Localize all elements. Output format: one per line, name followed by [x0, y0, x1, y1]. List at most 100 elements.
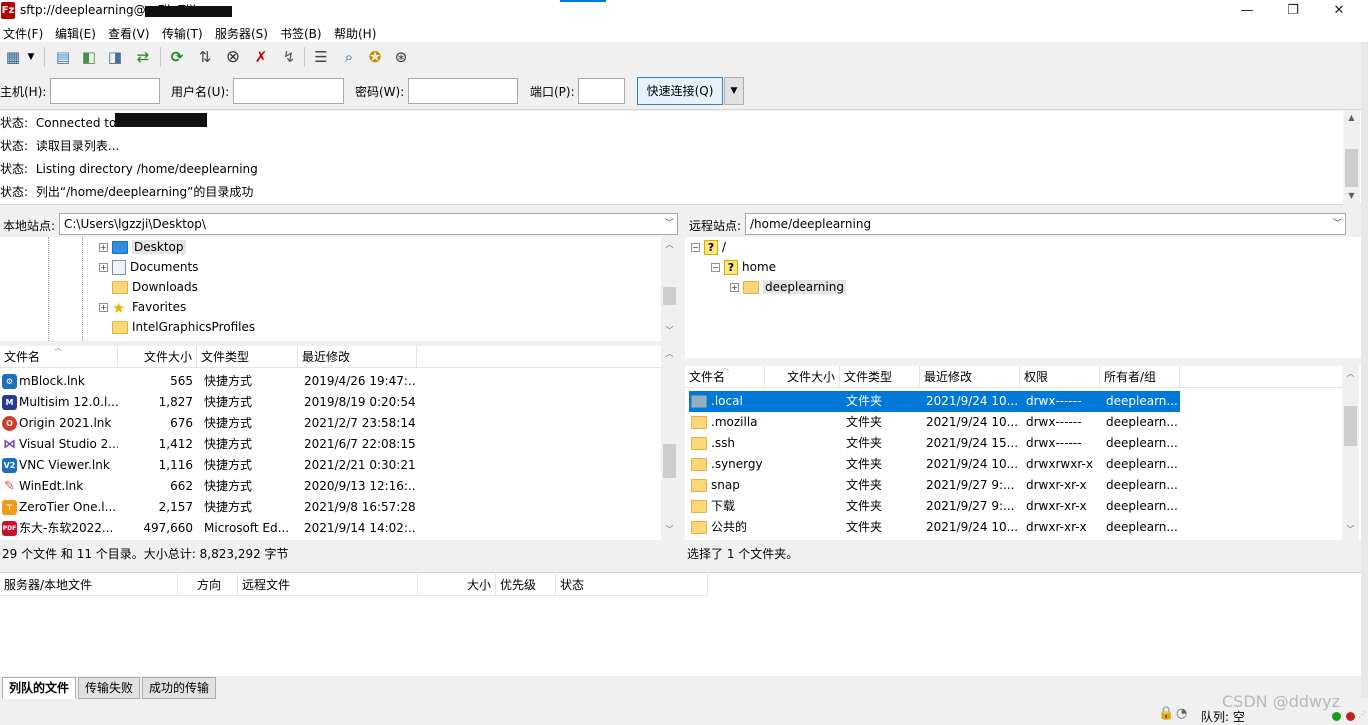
column-header-type[interactable]: 文件类型 [840, 366, 920, 388]
local-path-combo[interactable]: C:\Users\lgzzji\Desktop\ ﹀ [59, 213, 678, 235]
collapse-icon[interactable]: − [711, 263, 720, 272]
table-row[interactable]: ⊤ ZeroTier One.l... 2,157 快捷方式 2021/9/8 1… [0, 497, 661, 518]
table-row[interactable]: .ssh 文件夹 2021/9/24 15... drwx------ deep… [689, 433, 1180, 454]
local-tree-scrollbar[interactable]: ︿ ﹀ [661, 237, 678, 341]
expand-icon[interactable]: + [730, 283, 739, 292]
table-row[interactable]: .synergy 文件夹 2021/9/24 10... drwxrwxr-x … [689, 454, 1180, 475]
toggle-remote-tree-icon[interactable]: ◨ [104, 46, 126, 68]
table-row[interactable]: ⋈ Visual Studio 2... 1,412 快捷方式 2021/6/7 … [0, 434, 661, 455]
tree-item-downloads[interactable]: Downloads [112, 277, 198, 297]
chevron-down-icon[interactable]: ﹀ [1333, 214, 1342, 234]
column-header-modified[interactable]: 最近修改 [298, 346, 417, 368]
resize-grip-icon[interactable]: ⋰ [1358, 710, 1366, 720]
scroll-down-icon[interactable]: ﹀ [661, 325, 678, 336]
menu-server[interactable]: 服务器(S) [215, 25, 268, 42]
expand-icon[interactable]: + [99, 303, 108, 312]
scroll-thumb[interactable] [1344, 406, 1357, 446]
scroll-thumb[interactable] [663, 444, 676, 478]
column-header-size[interactable]: 大小 [418, 574, 496, 596]
speed-limit-icon[interactable]: ◔ [1176, 706, 1187, 721]
toggle-queue-icon[interactable]: ⇄ [132, 46, 154, 68]
close-button[interactable]: ✕ [1316, 0, 1362, 22]
scroll-down-icon[interactable]: ﹀ [1342, 524, 1359, 535]
scroll-thumb[interactable] [1345, 149, 1358, 187]
tree-item-desktop[interactable]: + Desktop [99, 237, 186, 257]
password-input[interactable] [408, 78, 518, 104]
minimize-button[interactable]: — [1224, 0, 1270, 22]
sync-browsing-icon[interactable]: ✪ [364, 46, 386, 68]
local-list-scrollbar[interactable]: ︿ ﹀ [661, 346, 678, 540]
table-row[interactable]: snap 文件夹 2021/9/27 9:... drwxr-xr-x deep… [689, 475, 1180, 496]
directory-filter-icon[interactable]: ☰ [310, 46, 332, 68]
vertical-splitter[interactable] [679, 212, 685, 568]
collapse-icon[interactable]: − [691, 243, 700, 252]
expand-icon[interactable]: + [99, 263, 108, 272]
remote-path-combo[interactable]: /home/deeplearning ﹀ [745, 213, 1346, 235]
column-header-remote-file[interactable]: 远程文件 [238, 574, 418, 596]
maximize-button[interactable]: ❐ [1270, 0, 1316, 22]
toggle-log-icon[interactable]: ▤ [52, 46, 74, 68]
quickconnect-button[interactable]: 快速连接(Q) [637, 77, 723, 105]
reconnect-icon[interactable]: ↯ [278, 46, 300, 68]
table-row[interactable]: .local 文件夹 2021/9/24 10... drwx------ de… [689, 391, 1180, 412]
tab-failed-transfers[interactable]: 传输失败 [78, 677, 141, 699]
menu-edit[interactable]: 编辑(E) [55, 25, 96, 42]
menu-bookmarks[interactable]: 书签(B) [280, 25, 322, 42]
scroll-up-icon[interactable]: ︿ [661, 239, 678, 250]
table-row[interactable]: .mozilla 文件夹 2021/9/24 10... drwx------ … [689, 412, 1180, 433]
table-row[interactable]: ⚙ mBlock.lnk 565 快捷方式 2019/4/26 19:47:... [0, 371, 661, 392]
site-manager-dropdown-icon[interactable]: ▼ [24, 46, 38, 68]
site-manager-icon[interactable]: ▦ [2, 46, 24, 68]
column-header-owner[interactable]: 所有者/组 [1100, 366, 1180, 388]
table-row[interactable]: PDF 东大-东软2022... 497,660 Microsoft Ed... … [0, 518, 661, 539]
disconnect-icon[interactable]: ✗ [250, 46, 272, 68]
table-row[interactable]: M Multisim 12.0.l... 1,827 快捷方式 2019/8/19… [0, 392, 661, 413]
port-input[interactable] [578, 78, 625, 104]
column-header-modified[interactable]: 最近修改 [920, 366, 1020, 388]
cancel-icon[interactable]: ⊗ [222, 46, 244, 68]
tab-queued-files[interactable]: 列队的文件 [2, 677, 77, 699]
tree-item-home[interactable]: −? home [711, 257, 776, 277]
column-header-size[interactable]: 文件大小 [765, 366, 840, 388]
scroll-up-icon[interactable]: ︿ [661, 348, 678, 359]
tree-item-intelgraphicsprofiles[interactable]: IntelGraphicsProfiles [112, 317, 255, 337]
tree-item-documents[interactable]: + Documents [99, 257, 198, 277]
tree-item-favorites[interactable]: + ★ Favorites [99, 297, 186, 317]
scroll-down-icon[interactable]: ▼ [1343, 191, 1360, 200]
chevron-down-icon[interactable]: ﹀ [665, 214, 674, 234]
compare-directories-icon[interactable]: ⌕ [338, 46, 360, 68]
tree-item-deeplearning[interactable]: + deeplearning [730, 277, 846, 297]
log-scrollbar[interactable]: ▲ ▼ [1343, 111, 1360, 205]
username-input[interactable] [233, 78, 344, 104]
table-row[interactable]: V2 VNC Viewer.lnk 1,116 快捷方式 2021/2/21 0:… [0, 455, 661, 476]
expand-icon[interactable]: + [99, 243, 108, 252]
menu-view[interactable]: 查看(V) [108, 25, 150, 42]
quickconnect-history-dropdown[interactable]: ▼ [724, 77, 744, 105]
column-header-direction[interactable]: 方向 [178, 574, 238, 596]
table-row[interactable]: 下载 文件夹 2021/9/27 9:... drwxr-xr-x deeple… [689, 496, 1180, 517]
table-row[interactable]: 公共的 文件夹 2021/9/24 10... drwxr-xr-x deepl… [689, 517, 1180, 538]
tab-successful-transfers[interactable]: 成功的传输 [142, 677, 217, 699]
tree-item-root[interactable]: −? / [691, 237, 726, 257]
menu-transfer[interactable]: 传输(T) [162, 25, 203, 42]
column-header-permissions[interactable]: 权限 [1020, 366, 1100, 388]
table-row[interactable]: ✎ WinEdt.lnk 662 快捷方式 2020/9/13 12:16:... [0, 476, 661, 497]
scroll-up-icon[interactable]: ︿ [1342, 368, 1359, 379]
column-header-local-file[interactable]: 服务器/本地文件 [0, 574, 178, 596]
toggle-local-tree-icon[interactable]: ◧ [78, 46, 100, 68]
host-input[interactable] [50, 78, 160, 104]
process-queue-icon[interactable]: ⇅ [194, 46, 216, 68]
column-header-priority[interactable]: 优先级 [496, 574, 556, 596]
scroll-down-icon[interactable]: ﹀ [661, 524, 678, 535]
table-row[interactable]: O Origin 2021.lnk 676 快捷方式 2021/2/7 23:58… [0, 413, 661, 434]
remote-list-scrollbar[interactable]: ︿ ﹀ [1342, 366, 1359, 540]
column-header-type[interactable]: 文件类型 [197, 346, 298, 368]
search-remote-icon[interactable]: ⊛ [390, 46, 412, 68]
scroll-up-icon[interactable]: ▲ [1343, 113, 1360, 122]
column-header-size[interactable]: 文件大小 [118, 346, 197, 368]
menu-help[interactable]: 帮助(H) [334, 25, 376, 42]
refresh-icon[interactable]: ⟳ [166, 46, 188, 68]
column-header-status[interactable]: 状态 [556, 574, 708, 596]
menu-file[interactable]: 文件(F) [3, 25, 43, 42]
scroll-thumb[interactable] [663, 287, 676, 305]
